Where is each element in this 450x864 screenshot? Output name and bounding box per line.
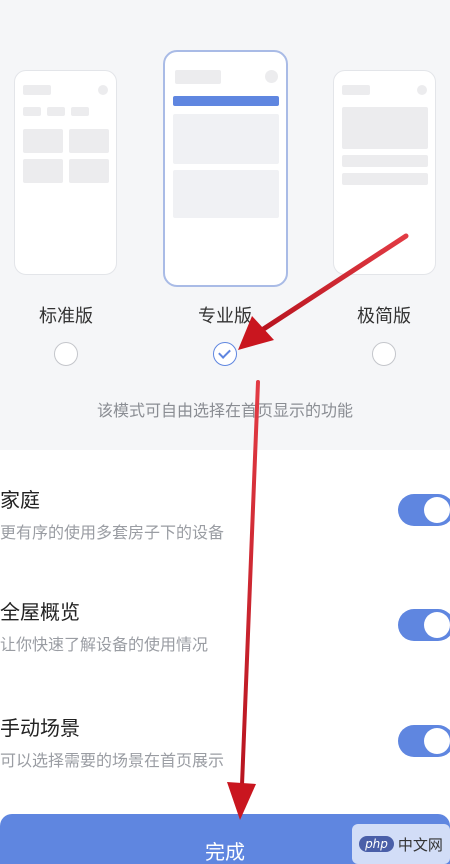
preview-block: [23, 107, 41, 116]
preview-block: [69, 159, 109, 183]
preview-highlight-bar: [173, 96, 279, 106]
preview-block: [23, 85, 51, 95]
preview-block: [342, 85, 370, 95]
watermark-text: 中文网: [397, 835, 443, 854]
preview-block: [173, 114, 279, 164]
mode-hint-text: 该模式可自由选择在首页显示的功能: [96, 401, 353, 420]
standard-mode-preview[interactable]: [14, 70, 117, 275]
feature-description: 可以选择需要的场景在首页展示: [0, 751, 225, 770]
overview-toggle[interactable]: [398, 609, 450, 641]
family-toggle[interactable]: [398, 494, 450, 526]
feature-title: 全屋概览: [0, 600, 80, 624]
feature-row-family: 家庭 更有序的使用多套房子下的设备: [0, 484, 450, 564]
feature-description: 让你快速了解设备的使用情况: [0, 635, 209, 654]
watermark-badge: php: [359, 836, 394, 852]
minimal-mode-preview[interactable]: [333, 70, 436, 275]
watermark: php 中文网: [352, 824, 450, 864]
standard-mode-radio[interactable]: [54, 342, 78, 366]
preview-block: [69, 129, 109, 153]
preview-block: [47, 107, 65, 116]
preview-block: [23, 159, 63, 183]
preview-block: [23, 129, 63, 153]
preview-block: [342, 173, 428, 185]
preview-dot: [98, 85, 108, 95]
preview-dot: [265, 70, 278, 83]
mode-label-minimal: 极简版: [357, 306, 411, 327]
feature-title: 家庭: [0, 488, 40, 512]
mode-label-standard: 标准版: [39, 306, 93, 327]
toggle-knob: [424, 612, 450, 638]
preview-block: [173, 170, 279, 218]
feature-title: 手动场景: [0, 716, 80, 740]
check-icon: [218, 346, 231, 359]
feature-row-manual-scene: 手动场景 可以选择需要的场景在首页展示: [0, 712, 450, 792]
mode-selector-panel: 标准版 专业版 极简版 该模式可自由选择在首页显示的功能: [0, 0, 450, 450]
preview-dot: [417, 85, 427, 95]
preview-block: [71, 107, 89, 116]
toggle-knob: [424, 497, 450, 523]
mode-label-pro: 专业版: [198, 306, 252, 327]
preview-block: [342, 155, 428, 167]
feature-description: 更有序的使用多套房子下的设备: [0, 523, 225, 542]
preview-block: [342, 107, 428, 149]
pro-mode-radio[interactable]: [213, 342, 237, 366]
manual-scene-toggle[interactable]: [398, 725, 450, 757]
feature-row-overview: 全屋概览 让你快速了解设备的使用情况: [0, 596, 450, 676]
preview-block: [175, 70, 221, 84]
toggle-knob: [424, 728, 450, 754]
minimal-mode-radio[interactable]: [372, 342, 396, 366]
pro-mode-preview[interactable]: [163, 50, 288, 287]
